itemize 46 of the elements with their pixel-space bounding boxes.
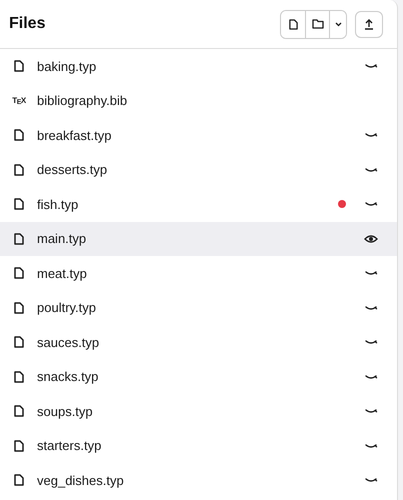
file-item[interactable]: sauces.typ xyxy=(0,325,397,360)
file-icon xyxy=(14,405,24,418)
panel-title: Files xyxy=(9,15,46,33)
file-icon xyxy=(14,267,24,280)
file-name: meat.typ xyxy=(37,266,88,281)
file-item[interactable]: meat.typ xyxy=(0,256,397,290)
eye-icon[interactable] xyxy=(364,234,378,244)
file-item[interactable]: fish.typ xyxy=(0,187,397,222)
file-item[interactable]: baking.typ xyxy=(0,49,397,84)
file-item[interactable]: breakfast.typ xyxy=(0,118,397,152)
upload-icon xyxy=(364,18,374,30)
file-name: breakfast.typ xyxy=(37,128,112,143)
file-icon xyxy=(14,370,24,383)
file-icon xyxy=(14,302,24,314)
file-icon xyxy=(288,18,298,30)
file-icon xyxy=(14,232,24,245)
caret-icon xyxy=(334,22,342,26)
folder-icon xyxy=(312,19,324,29)
file-name: snacks.typ xyxy=(37,369,100,384)
file-item[interactable]: soups.typ xyxy=(0,394,397,428)
file-name: fish.typ xyxy=(37,196,80,212)
file-name: desserts.typ xyxy=(37,162,108,178)
file-item[interactable]: desserts.typ xyxy=(0,152,397,187)
file-item[interactable]: snacks.typ xyxy=(0,360,397,394)
file-icon xyxy=(14,440,24,452)
file-name: veg_dishes.typ xyxy=(37,472,125,488)
file-name: main.typ xyxy=(37,231,88,246)
file-item[interactable]: main.typ xyxy=(0,222,397,256)
file-icon xyxy=(14,129,24,142)
file-name: sauces.typ xyxy=(37,334,100,350)
tex-icon: T$_{E}$X xyxy=(12,96,26,106)
file-icon xyxy=(14,336,24,348)
file-name: baking.typ xyxy=(37,58,98,74)
file-name: bibliography.bib xyxy=(37,93,128,108)
file-icon xyxy=(14,474,24,486)
file-icon xyxy=(14,60,24,72)
file-item[interactable]: T$_{E}$X bibliography.bib xyxy=(0,84,397,118)
file-name: soups.typ xyxy=(37,404,94,419)
file-name: poultry.typ xyxy=(37,300,98,316)
file-item[interactable]: starters.typ xyxy=(0,428,397,463)
file-name: starters.typ xyxy=(37,438,102,454)
file-item[interactable]: veg_dishes.typ xyxy=(0,463,397,498)
file-item[interactable]: poultry.typ xyxy=(0,290,397,325)
file-icon xyxy=(14,198,24,210)
file-icon xyxy=(14,164,24,176)
upload-button[interactable] xyxy=(355,10,383,38)
